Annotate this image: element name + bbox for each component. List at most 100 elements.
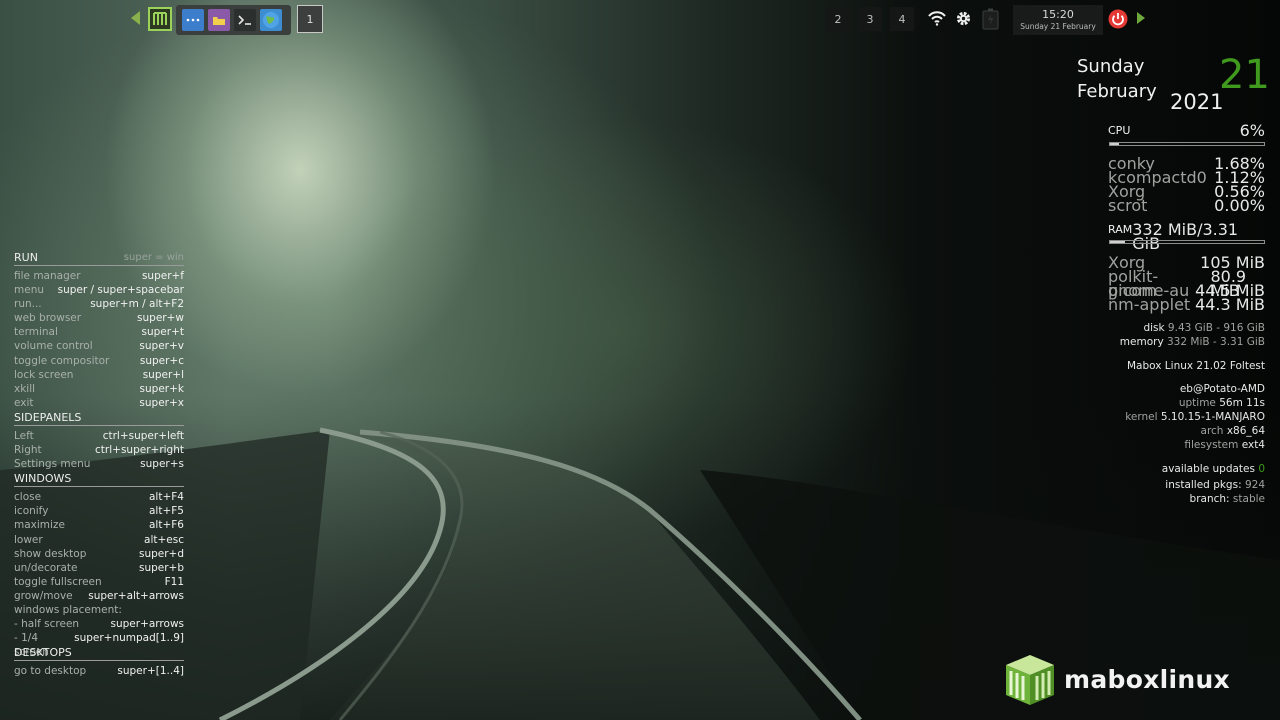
shortcut-label: super+b — [138, 561, 184, 574]
action-label: un/decorate — [14, 561, 78, 574]
shortcut-label: super+numpad[1..9] — [74, 632, 184, 645]
action-label: - 1/4 screen — [14, 632, 49, 659]
keybinding-row: volume control super+v — [14, 339, 184, 353]
workspace-1-label: 1 — [306, 12, 314, 26]
terminal-icon[interactable] — [234, 9, 256, 31]
uptime-label: uptime — [1178, 397, 1216, 409]
memory-row: memory 332 MiB - 3.31 GiB — [1120, 335, 1265, 349]
workspace-2-button[interactable]: 2 — [826, 7, 850, 31]
kernel-label: kernel — [1125, 411, 1158, 423]
section-run-header: RUN super = win — [14, 250, 184, 266]
branch-label: branch: — [1189, 493, 1230, 505]
action-label: lower — [14, 533, 43, 546]
section-title: RUN — [14, 251, 38, 264]
shortcut-label: super+[1..4] — [117, 665, 184, 678]
shortcut-label: alt+F6 — [149, 519, 184, 532]
shortcut-label: super+l — [142, 368, 184, 381]
action-label: Right — [14, 444, 42, 457]
section-sidepanels-header: SIDEPANELS — [14, 410, 184, 426]
workspace-4-button[interactable]: 4 — [890, 7, 914, 31]
super-hint: super = win — [123, 252, 184, 263]
ram-value: 332 MiB/3.31 GiB — [1132, 220, 1239, 253]
action-label: iconify — [14, 505, 49, 518]
filesystem-row: filesystem ext4 — [1184, 438, 1265, 452]
mabox-menu-icon[interactable] — [148, 7, 172, 31]
desktops-list: go to desktop super+[1..4] — [14, 664, 184, 678]
clock[interactable]: 15:20 Sunday 21 February — [1013, 5, 1103, 35]
action-label: menu — [14, 284, 44, 297]
pkgs-label: installed pkgs: — [1165, 479, 1242, 491]
memory-value: 332 MiB - 3.31 GiB — [1167, 336, 1265, 348]
process-value: 44.3 MiB — [1195, 295, 1265, 314]
keybinding-row: exit super+x — [14, 396, 184, 410]
uptime-value: 56m 11s — [1219, 397, 1265, 409]
action-label: toggle compositor — [14, 354, 110, 367]
gear-icon[interactable] — [955, 10, 972, 27]
keybinding-row: un/decorate super+b — [14, 561, 184, 575]
shortcut-label: super+d — [138, 547, 184, 560]
action-label: close — [14, 491, 42, 504]
shortcut-label: super+c — [139, 354, 184, 367]
section-windows-header: WINDOWS — [14, 471, 184, 488]
shortcut-label: super+arrows — [110, 618, 185, 631]
filesystem-value: ext4 — [1241, 439, 1265, 451]
process-name: scrot — [1108, 196, 1148, 215]
action-label: toggle fullscreen — [14, 575, 102, 588]
web-browser-icon[interactable] — [260, 9, 282, 31]
folder-icon[interactable] — [208, 9, 230, 31]
power-icon[interactable] — [1108, 9, 1128, 29]
action-label: Left — [14, 429, 34, 442]
keybinding-row: close alt+F4 — [14, 490, 184, 504]
keybinding-row: maximize alt+F6 — [14, 518, 184, 532]
memory-label: memory — [1119, 336, 1164, 348]
shortcut-label: super+k — [139, 382, 184, 395]
action-label: show desktop — [14, 547, 87, 560]
action-label: terminal — [14, 326, 58, 339]
ram-row: RAM 332 MiB/3.31 GiB — [1108, 220, 1265, 253]
user-host-text: eb@Potato-AMD — [1179, 383, 1265, 395]
keybinding-row: toggle fullscreen F11 — [14, 575, 184, 589]
updates-value: 0 — [1258, 463, 1265, 475]
clock-date: Sunday 21 February — [1020, 22, 1096, 31]
shortcut-label: super / super+spacebar — [57, 284, 184, 297]
wallpaper-tracks — [0, 427, 1280, 720]
cpu-bar-fill — [1110, 143, 1120, 145]
keybinding-row: windows placement: — [14, 603, 184, 617]
workspace-3-button[interactable]: 3 — [858, 7, 882, 31]
keybinding-row: run... super+m / alt+F2 — [14, 297, 184, 311]
file-manager-icon[interactable] — [182, 9, 204, 31]
run-list: file manager super+f menu super / super+spa… — [14, 269, 184, 410]
workspace-1-button[interactable]: 1 — [297, 5, 323, 33]
user-host: eb@Potato-AMD — [1180, 382, 1265, 396]
process-name: nm-applet — [1108, 295, 1191, 314]
action-label: go to desktop — [14, 665, 87, 678]
arch-row: arch x86_64 — [1201, 424, 1265, 438]
ram-bar — [1109, 240, 1265, 244]
uptime-row: uptime 56m 11s — [1179, 396, 1265, 410]
branch-value: stable — [1232, 493, 1265, 505]
action-label: xkill — [14, 382, 36, 395]
battery-icon[interactable] — [982, 8, 999, 30]
process-value: 0.00% — [1214, 196, 1265, 215]
keybinding-row: - 1/4 screen super+numpad[1..9] — [14, 631, 184, 659]
panel-right-arrow[interactable] — [1137, 12, 1145, 24]
keybindings-conky: RUN super = win file manager super+f menu s… — [14, 250, 184, 678]
process-row: nm-applet 44.3 MiB — [1108, 295, 1265, 314]
keybinding-row: Left ctrl+super+left — [14, 429, 184, 443]
keybinding-row: toggle compositor super+c — [14, 354, 184, 368]
wifi-icon[interactable] — [928, 10, 946, 26]
logo-wordmark: maboxlinux — [1064, 664, 1230, 694]
shortcut-label: super+t — [141, 326, 184, 339]
shortcut-label: super+s — [140, 458, 184, 471]
distro-text: Mabox Linux 21.02 Foltest — [1126, 360, 1265, 372]
action-label: file manager — [14, 270, 81, 282]
workspace-4-label: 4 — [898, 12, 906, 26]
panel-left-arrow[interactable] — [131, 11, 140, 25]
cpu-bar — [1109, 142, 1265, 146]
workspace-2-label: 2 — [834, 12, 842, 26]
keybinding-row: xkill super+k — [14, 382, 184, 396]
pkgs-value: 924 — [1244, 479, 1265, 491]
arch-value: x86_64 — [1226, 425, 1265, 437]
keybinding-row: lower alt+esc — [14, 533, 184, 547]
updates-row[interactable]: available updates 0 — [1162, 462, 1265, 476]
